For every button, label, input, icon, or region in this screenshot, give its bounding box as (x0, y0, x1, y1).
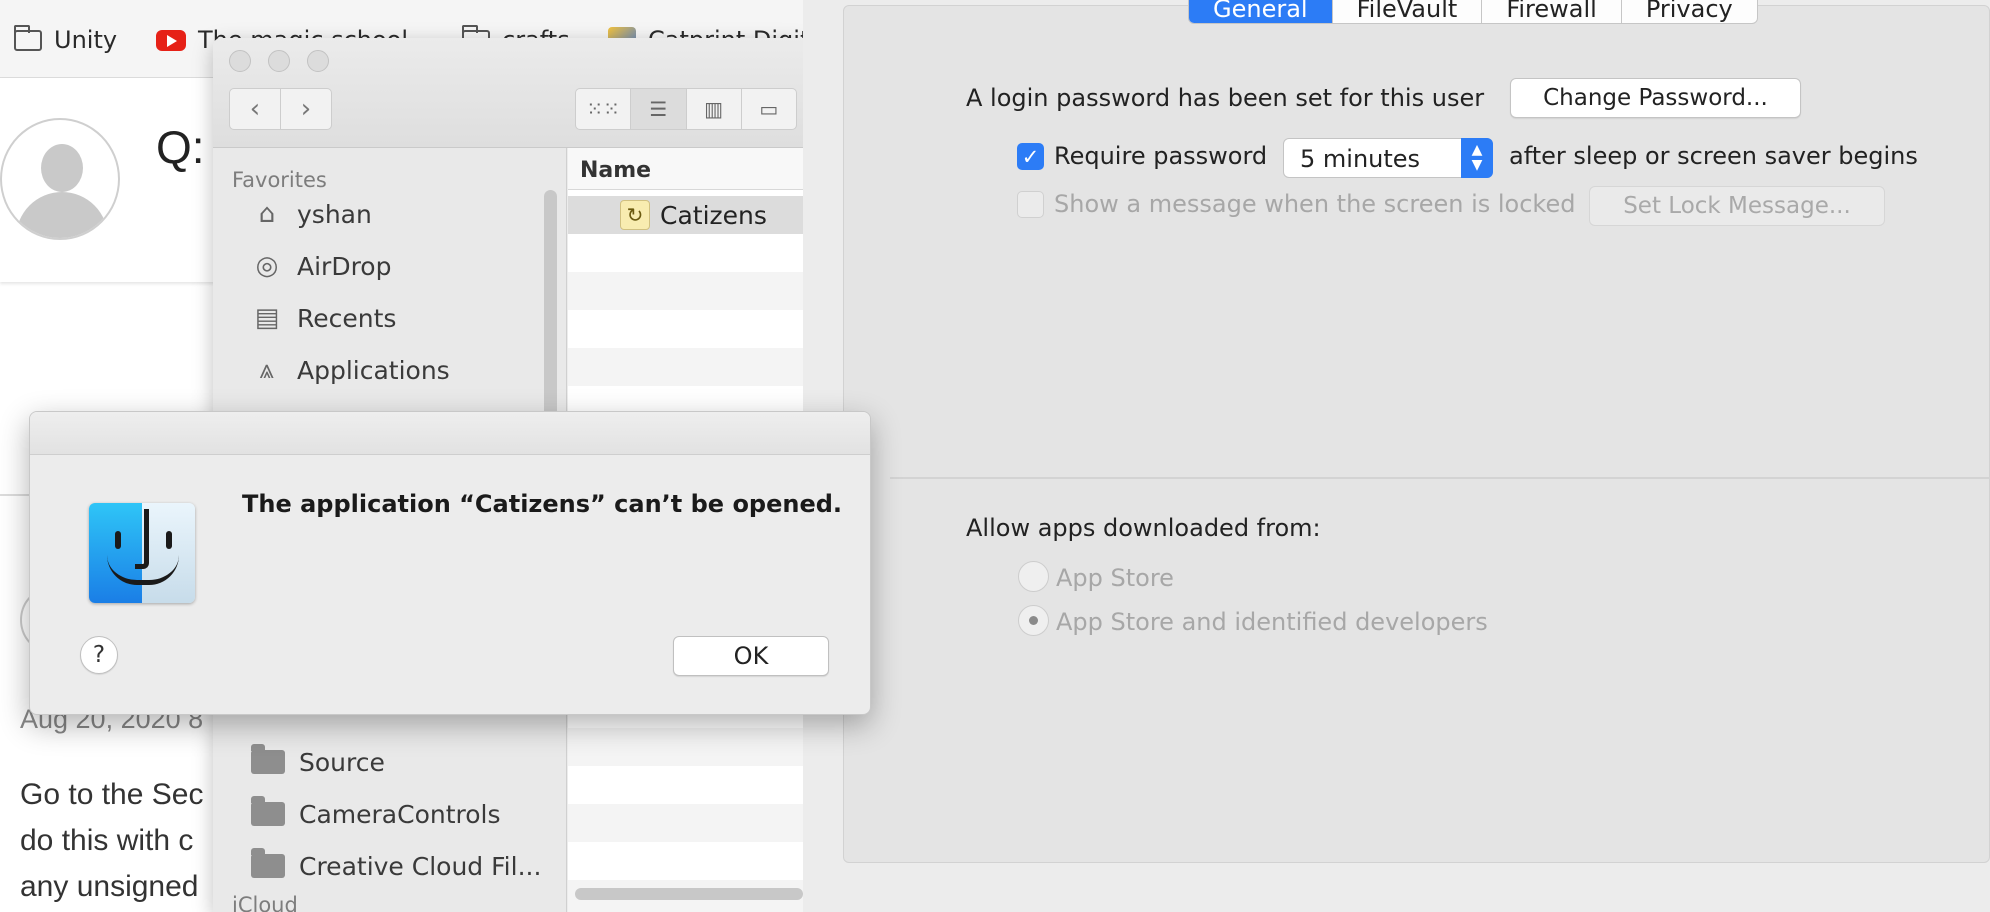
columns-icon: ▥ (704, 97, 724, 121)
answer-body: Go to the Sec do this with c any unsigne… (20, 772, 203, 910)
list-row (568, 728, 803, 766)
radio-app-store[interactable] (1018, 561, 1049, 592)
sidebar-section-favorites: Favorites (232, 168, 327, 192)
sidebar-item-cameracontrols[interactable]: CameraControls (251, 794, 501, 834)
sidebar-item-label: AirDrop (297, 251, 392, 281)
sidebar-item-applications[interactable]: ⩓ Applications (251, 350, 450, 390)
sidebar-section-icloud: iCloud (232, 893, 298, 912)
checkmark-icon: ✓ (1021, 144, 1040, 169)
youtube-icon (156, 29, 186, 51)
back-button[interactable]: ‹ (229, 88, 281, 130)
allow-apps-label: Allow apps downloaded from: (966, 514, 1321, 542)
chevron-right-icon: › (300, 94, 312, 124)
answer-line: Go to the Sec (20, 778, 204, 811)
sidebar-item-label: Source (299, 747, 385, 777)
grid-icon: ⁙⁙ (586, 97, 620, 121)
answer-line: any unsigned (20, 870, 199, 903)
change-password-button[interactable]: Change Password... (1510, 78, 1801, 118)
forward-button[interactable]: › (280, 88, 332, 130)
list-row (568, 804, 803, 842)
security-preferences-window: General FileVault Firewall Privacy (803, 0, 1990, 912)
require-password-delay-select[interactable]: 5 minutes ▲ ▼ (1283, 138, 1493, 178)
tab-firewall[interactable]: Firewall (1482, 0, 1622, 23)
folder-icon (251, 848, 285, 878)
chevron-left-icon: ‹ (249, 94, 261, 124)
list-view-button[interactable]: ☰ (631, 89, 687, 129)
gallery-view-button[interactable]: ▭ (742, 89, 796, 129)
tab-general[interactable]: General (1189, 0, 1333, 23)
question-title: Q: (156, 121, 205, 173)
zoom-window-button[interactable] (307, 50, 329, 72)
folder-icon (251, 796, 285, 826)
tab-privacy[interactable]: Privacy (1622, 0, 1757, 23)
bookmark-unity[interactable]: Unity (14, 24, 117, 56)
login-password-text: A login password has been set for this u… (966, 84, 1485, 112)
sidebar-item-label: yshan (297, 199, 372, 229)
avatar (0, 118, 120, 240)
close-window-button[interactable] (229, 50, 251, 72)
chevron-updown-icon: ▲ ▼ (1461, 138, 1493, 178)
ok-button[interactable]: OK (673, 636, 829, 676)
sidebar-item-label: Recents (297, 303, 397, 333)
select-value: 5 minutes (1300, 145, 1421, 173)
sidebar-item-label: CameraControls (299, 799, 501, 829)
sidebar-item-airdrop[interactable]: ◎ AirDrop (251, 246, 392, 286)
list-item-catizens[interactable]: ↻ Catizens (568, 196, 803, 234)
sidebar-item-creative-cloud[interactable]: Creative Cloud Fil... (251, 846, 541, 886)
airdrop-icon: ◎ (255, 251, 279, 281)
help-button[interactable]: ? (80, 636, 118, 674)
horizontal-scrollbar[interactable] (575, 888, 803, 900)
sidebar-item-label: Creative Cloud Fil... (299, 851, 542, 881)
list-row (568, 348, 803, 386)
applications-icon: ⩓ (259, 354, 275, 385)
home-icon: ⌂ (258, 199, 276, 229)
show-message-label: Show a message when the screen is locked (1054, 190, 1576, 218)
column-view-button[interactable]: ▥ (687, 89, 742, 129)
alert-dialog: The application “Catizens” can’t be open… (29, 411, 871, 715)
app-icon: ↻ (620, 200, 650, 230)
sidebar-item-yshan[interactable]: ⌂ yshan (251, 194, 372, 234)
sidebar-item-source[interactable]: Source (251, 742, 385, 782)
list-row (568, 310, 803, 348)
require-password-label: Require password (1054, 142, 1268, 170)
recents-icon: ▤ (254, 303, 280, 333)
finder-toolbar: ‹ › ⁙⁙ ☰ ▥ ▭ (213, 38, 803, 148)
general-panel (843, 5, 1990, 863)
after-sleep-text: after sleep or screen saver begins (1509, 142, 1918, 170)
finder-logo-icon (89, 503, 195, 603)
list-icon: ☰ (649, 97, 668, 121)
folder-icon (251, 744, 285, 774)
alert-titlebar (30, 412, 870, 455)
set-lock-message-button[interactable]: Set Lock Message... (1589, 186, 1885, 226)
radio-app-store-identified-label: App Store and identified developers (1056, 608, 1488, 636)
bookmark-label: Unity (54, 26, 118, 54)
alert-message: The application “Catizens” can’t be open… (242, 490, 843, 518)
sidebar-item-label: Applications (297, 355, 450, 385)
radio-app-store-label: App Store (1056, 564, 1174, 592)
minimize-window-button[interactable] (268, 50, 290, 72)
divider (890, 477, 1990, 479)
show-message-checkbox[interactable] (1017, 191, 1044, 218)
sidebar-item-recents[interactable]: ▤ Recents (251, 298, 397, 338)
list-row (568, 766, 803, 804)
list-row (568, 234, 803, 272)
folder-icon (14, 24, 42, 51)
column-header-name[interactable]: Name (568, 148, 803, 190)
list-item-label: Catizens (660, 200, 767, 230)
list-row (568, 842, 803, 880)
security-tabs: General FileVault Firewall Privacy (1188, 0, 1758, 24)
gallery-icon: ▭ (759, 97, 779, 121)
list-row (568, 272, 803, 310)
answer-line: do this with c (20, 824, 194, 857)
view-mode-group: ⁙⁙ ☰ ▥ ▭ (575, 88, 797, 130)
require-password-checkbox[interactable]: ✓ (1017, 143, 1044, 170)
tab-filevault[interactable]: FileVault (1333, 0, 1483, 23)
radio-app-store-identified[interactable] (1018, 605, 1049, 636)
icon-view-button[interactable]: ⁙⁙ (576, 89, 632, 129)
